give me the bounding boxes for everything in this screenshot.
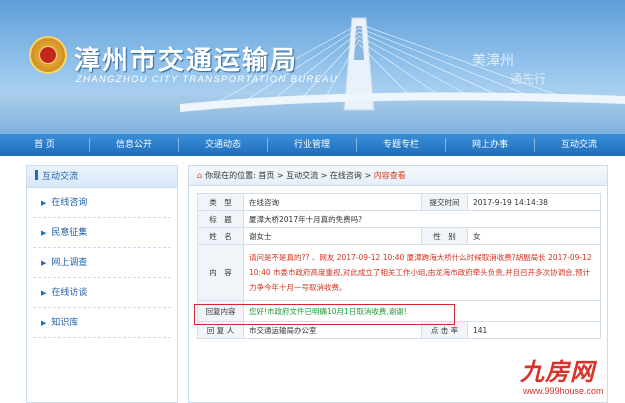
table-row: 回复内容 您好!市政府文件已明确10月1日取消收费,谢谢! xyxy=(197,300,601,322)
sidebar-item-survey[interactable]: ▶ 网上调查 xyxy=(33,248,171,278)
table-row: 内 容 请问是不是真的?? 、网友 2017-09-12 10:40 厦漳跨海大… xyxy=(197,244,601,301)
breadcrumb: ⌂ 你现在的位置: 首页 > 互动交流 > 在线咨询 > 内容查看 xyxy=(189,166,607,186)
arrow-right-icon: ▶ xyxy=(41,229,47,237)
banner-slogan-1: 美漳州 xyxy=(472,53,514,69)
nav-special-topics[interactable]: 专题专栏 xyxy=(357,134,445,156)
content-label: 内 容 xyxy=(197,244,244,301)
nav-online-service[interactable]: 网上办事 xyxy=(446,134,534,156)
breadcrumb-current: 内容查看 xyxy=(373,171,406,180)
sidebar-item-knowledge[interactable]: ▶ 知识库 xyxy=(33,308,171,338)
content-value: 请问是不是真的?? 、网友 2017-09-12 10:40 厦漳跨海大桥什么时… xyxy=(243,244,601,301)
sidebar-item-opinion[interactable]: ▶ 民意征集 xyxy=(33,218,171,248)
section-bar-icon xyxy=(35,170,38,180)
sidebar-item-online-consult[interactable]: ▶ 在线咨询 xyxy=(33,188,171,218)
clicks-value: 141 xyxy=(467,321,601,339)
arrow-right-icon: ▶ xyxy=(41,199,47,207)
arrow-right-icon: ▶ xyxy=(41,319,47,327)
nav-interaction[interactable]: 互动交流 xyxy=(535,134,623,156)
reply-value: 您好!市政府文件已明确10月1日取消收费,谢谢! xyxy=(243,300,601,322)
table-row: 回 复 人 市交通运输局办公室 点 击 率 141 xyxy=(197,321,601,339)
watermark-brand: 九房网 xyxy=(520,357,595,386)
sidebar: 互动交流 ▶ 在线咨询 ▶ 民意征集 ▶ 网上调查 ▶ 在线访谈 ▶ 知识库 xyxy=(26,165,178,403)
banner-slogan-2: 通先行 xyxy=(510,72,547,86)
nav-traffic-news[interactable]: 交通动态 xyxy=(179,134,267,156)
time-value: 2017-9-19 14:14:38 xyxy=(467,193,601,211)
nav-industry[interactable]: 行业管理 xyxy=(268,134,356,156)
sidebar-header: 互动交流 xyxy=(27,166,177,188)
arrow-right-icon: ▶ xyxy=(41,259,47,267)
nav-home[interactable]: 首 页 xyxy=(0,134,89,156)
nav-info-public[interactable]: 信息公开 xyxy=(90,134,178,156)
table-row: 姓 名 谢女士 性 别 女 xyxy=(197,227,601,245)
breadcrumb-home[interactable]: 首页 xyxy=(258,171,274,180)
main-nav: 首 页 信息公开 交通动态 行业管理 专题专栏 网上办事 互动交流 xyxy=(0,134,625,156)
reply-label: 回复内容 xyxy=(197,300,244,322)
title-label: 标 题 xyxy=(197,210,244,228)
name-value: 谢女士 xyxy=(243,227,422,245)
time-label: 提交时间 xyxy=(421,193,468,211)
clicks-label: 点 击 率 xyxy=(421,321,468,339)
type-value: 在线咨询 xyxy=(243,193,422,211)
breadcrumb-interaction[interactable]: 互动交流 xyxy=(286,171,318,180)
gender-value: 女 xyxy=(467,227,601,245)
site-banner: 漳州市交通运输局 ZHANGZHOU CITY TRANSPORTATION B… xyxy=(0,0,625,134)
breadcrumb-consult[interactable]: 在线咨询 xyxy=(330,171,362,180)
name-label: 姓 名 xyxy=(197,227,244,245)
table-row: 标 题 厦漳大桥2017年十月真的免费吗? xyxy=(197,210,601,228)
replier-value: 市交通运输局办公室 xyxy=(243,321,422,339)
site-title: 漳州市交通运输局 xyxy=(74,46,299,76)
replier-label: 回 复 人 xyxy=(197,321,244,339)
arrow-right-icon: ▶ xyxy=(41,289,47,297)
type-label: 类 型 xyxy=(197,193,244,211)
home-icon: ⌂ xyxy=(197,171,203,180)
site-subtitle: ZHANGZHOU CITY TRANSPORTATION BUREAU xyxy=(76,74,338,85)
gender-label: 性 别 xyxy=(421,227,468,245)
consult-detail-table: 类 型 在线咨询 提交时间 2017-9-19 14:14:38 标 题 厦漳大… xyxy=(197,193,601,339)
sidebar-item-interview[interactable]: ▶ 在线访谈 xyxy=(33,278,171,308)
police-emblem-icon xyxy=(29,36,67,74)
title-value: 厦漳大桥2017年十月真的免费吗? xyxy=(243,210,601,228)
watermark-url: www.999house.com xyxy=(523,386,604,396)
table-row: 类 型 在线咨询 提交时间 2017-9-19 14:14:38 xyxy=(197,193,601,211)
